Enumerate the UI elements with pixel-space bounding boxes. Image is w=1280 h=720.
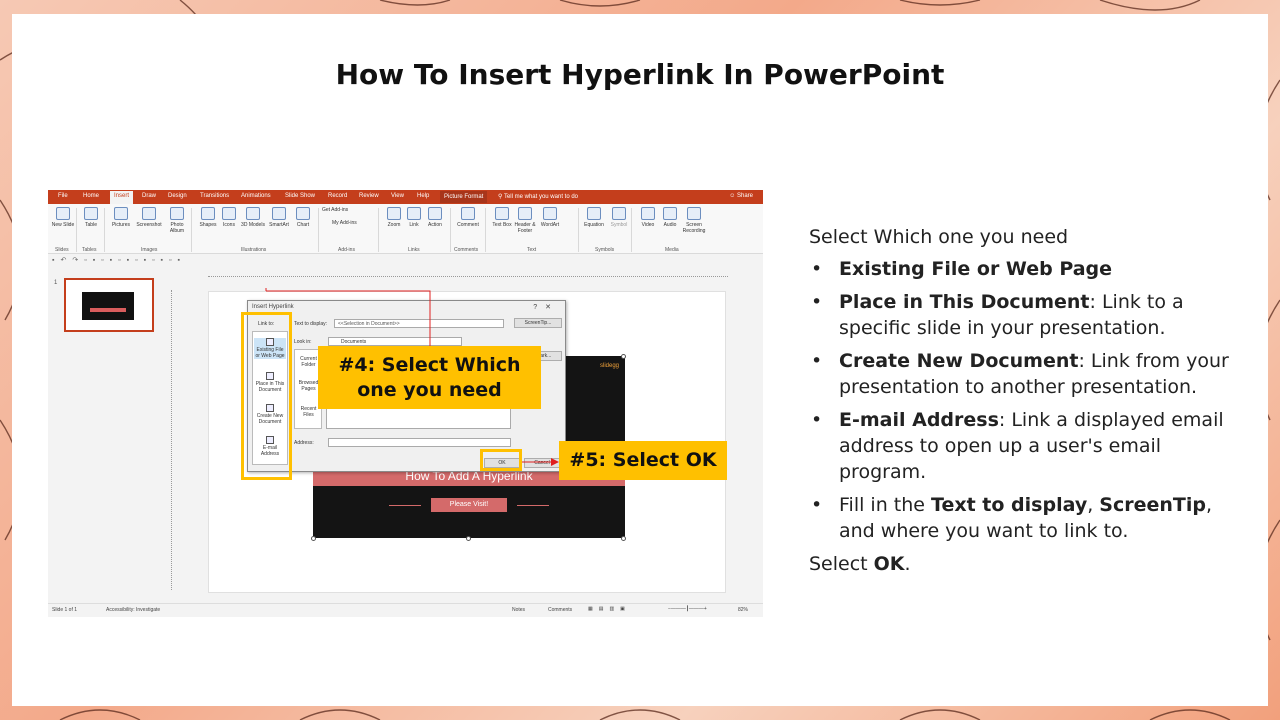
outro-text: Select (809, 553, 874, 575)
instructions-outro: Select OK. (809, 551, 1229, 577)
fill-in-sep: , (1087, 494, 1100, 516)
zoom-slider[interactable]: −———┃———+ (668, 606, 707, 612)
powerpoint-screenshot: File Home Insert Draw Design Transitions… (48, 190, 763, 617)
slide-title: How To Insert Hyperlink In PowerPoint (335, 58, 945, 91)
status-bar: Slide 1 of 1 Accessibility: Investigate … (48, 603, 763, 617)
step4-callout: #4: Select Which one you need (318, 346, 541, 409)
item-title: Create New Document (839, 350, 1079, 372)
instructions-intro: Select Which one you need (809, 226, 1069, 248)
instructions-text: Select Which one you need Existing File … (809, 224, 1229, 577)
outro-bold: OK (873, 553, 905, 575)
accessibility-status[interactable]: Accessibility: Investigate (106, 607, 160, 613)
instructions-list: Existing File or Web Page Place in This … (809, 256, 1229, 544)
fill-in-bold: Text to display (931, 494, 1088, 516)
item-title: Existing File or Web Page (839, 258, 1113, 280)
link-to-highlight (241, 312, 292, 480)
fill-in-bold: ScreenTip (1099, 494, 1206, 516)
item-title: E-mail Address (839, 409, 999, 431)
step5-callout: #5: Select OK (559, 441, 727, 480)
slide-counter: Slide 1 of 1 (52, 607, 78, 613)
zoom-level[interactable]: 82% (738, 607, 748, 613)
comments-toggle[interactable]: Comments (548, 607, 572, 613)
outro-text: . (904, 553, 911, 575)
list-item: Create New Document: Link from your pres… (809, 348, 1229, 400)
list-item: Fill in the Text to display, ScreenTip, … (809, 492, 1229, 544)
view-buttons[interactable]: ▦▤▥▣ (588, 606, 631, 612)
notes-toggle[interactable]: Notes (512, 607, 525, 613)
list-item: Existing File or Web Page (809, 256, 1229, 282)
fill-in-text: Fill in the (839, 494, 932, 516)
item-title: Place in This Document (839, 291, 1090, 313)
list-item: E-mail Address: Link a displayed email a… (809, 407, 1229, 485)
ok-highlight (480, 449, 522, 471)
list-item: Place in This Document: Link to a specif… (809, 289, 1229, 341)
